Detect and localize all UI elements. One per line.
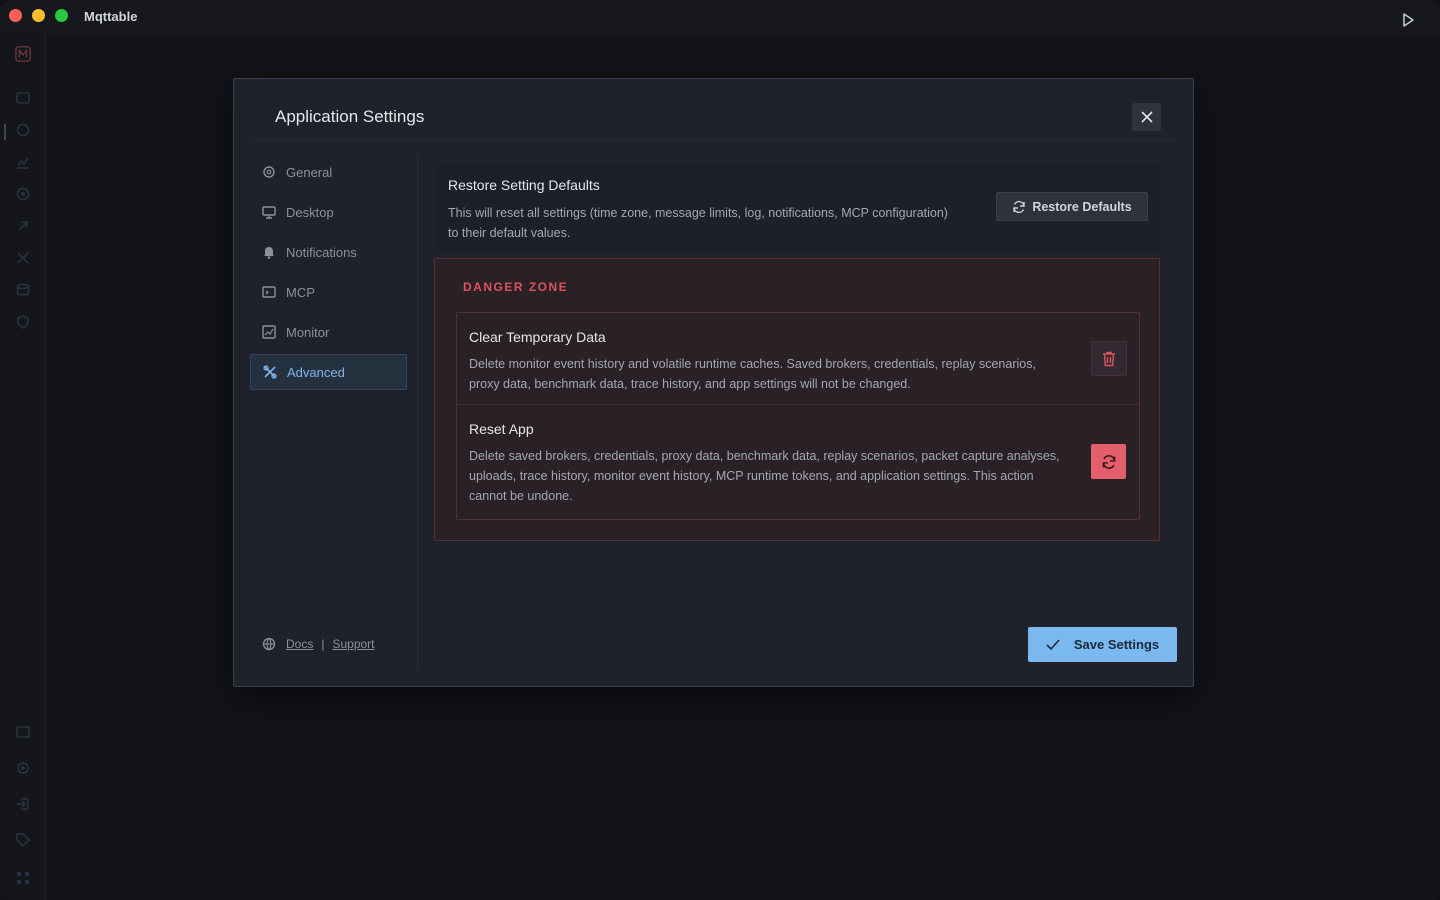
gear-icon (262, 165, 276, 179)
nav-item-label: Notifications (286, 244, 357, 260)
settings-nav: General Desktop Notifications MCP Monito… (250, 154, 407, 394)
trash-icon (1103, 351, 1115, 366)
restore-description: This will reset all settings (time zone,… (448, 206, 948, 240)
minimize-window-button[interactable] (32, 9, 45, 22)
restore-title: Restore Setting Defaults (448, 177, 600, 193)
app-logo-icon[interactable] (15, 46, 31, 62)
terminal-icon (262, 285, 276, 299)
grid-icon[interactable] (15, 870, 31, 886)
nav-item-label: Advanced (287, 364, 345, 380)
nav-item-advanced[interactable]: Advanced (250, 354, 407, 390)
restore-button-label: Restore Defaults (1032, 199, 1132, 214)
close-dialog-button[interactable] (1132, 103, 1161, 131)
restore-defaults-card: Restore Setting Defaults This will reset… (435, 163, 1161, 253)
check-icon (1046, 638, 1060, 651)
chart-icon (262, 325, 276, 339)
database-icon[interactable] (15, 282, 31, 298)
rail-active-indicator (4, 124, 6, 140)
nav-item-label: Desktop (286, 204, 334, 220)
chart-icon[interactable] (15, 154, 31, 170)
connections-icon[interactable] (15, 90, 31, 106)
support-link[interactable]: Support (332, 637, 374, 651)
tag-icon[interactable] (15, 832, 31, 848)
docs-link[interactable]: Docs (286, 637, 313, 651)
danger-zone: DANGER ZONE Clear Temporary Data Delete … (434, 258, 1160, 541)
header-divider (250, 139, 1177, 140)
reset-app-button[interactable] (1091, 444, 1126, 479)
tools-icon[interactable] (15, 250, 31, 266)
nav-item-desktop[interactable]: Desktop (250, 194, 407, 230)
nav-item-monitor[interactable]: Monitor (250, 314, 407, 350)
target-icon[interactable] (15, 186, 31, 202)
danger-zone-list: Clear Temporary Data Delete monitor even… (456, 312, 1140, 520)
play-button[interactable] (1394, 8, 1422, 32)
globe-icon (262, 637, 276, 651)
nav-item-label: Monitor (286, 324, 330, 340)
nav-item-notifications[interactable]: Notifications (250, 234, 407, 270)
close-icon (1140, 111, 1153, 123)
save-settings-button[interactable]: Save Settings (1028, 627, 1177, 662)
maximize-window-button[interactable] (55, 9, 68, 22)
tools-icon (263, 365, 277, 379)
play-icon (1403, 13, 1414, 27)
danger-zone-label: DANGER ZONE (463, 280, 569, 294)
nav-item-general[interactable]: General (250, 154, 407, 190)
reset-app-row: Reset App Delete saved brokers, credenti… (457, 405, 1139, 519)
nav-divider (417, 153, 418, 671)
close-window-button[interactable] (9, 9, 22, 22)
refresh-icon (1102, 454, 1115, 469)
footer-links: Docs | Support (262, 637, 375, 651)
nav-item-label: General (286, 164, 333, 180)
app-title: Mqttable (84, 9, 138, 24)
monitor-icon (262, 205, 276, 219)
reset-app-description: Delete saved brokers, credentials, proxy… (469, 449, 1060, 503)
refresh-icon (1012, 200, 1026, 214)
settings-gear-icon[interactable] (15, 760, 31, 776)
reset-app-title: Reset App (469, 421, 534, 437)
bell-icon (262, 245, 276, 259)
title-bar: Mqttable (0, 0, 1440, 34)
settings-dialog: Application Settings General Desktop Not… (233, 78, 1194, 687)
logout-icon[interactable] (15, 796, 31, 812)
nav-item-mcp[interactable]: MCP (250, 274, 407, 310)
clear-data-title: Clear Temporary Data (469, 329, 606, 345)
clear-data-description: Delete monitor event history and volatil… (469, 357, 1036, 391)
rocket-icon[interactable] (15, 218, 31, 234)
terminal-icon[interactable] (15, 724, 31, 740)
nav-item-label: MCP (286, 284, 315, 300)
publish-icon[interactable] (15, 122, 31, 138)
app-window: Mqttable Application Settings General De… (0, 0, 1440, 900)
save-button-label: Save Settings (1073, 637, 1160, 652)
restore-defaults-button[interactable]: Restore Defaults (996, 192, 1148, 221)
clear-temporary-data-row: Clear Temporary Data Delete monitor even… (457, 313, 1139, 405)
clear-temporary-data-button[interactable] (1091, 341, 1127, 376)
left-rail (0, 34, 46, 900)
shield-icon[interactable] (15, 314, 31, 330)
link-separator: | (321, 637, 325, 651)
dialog-title: Application Settings (275, 107, 425, 126)
